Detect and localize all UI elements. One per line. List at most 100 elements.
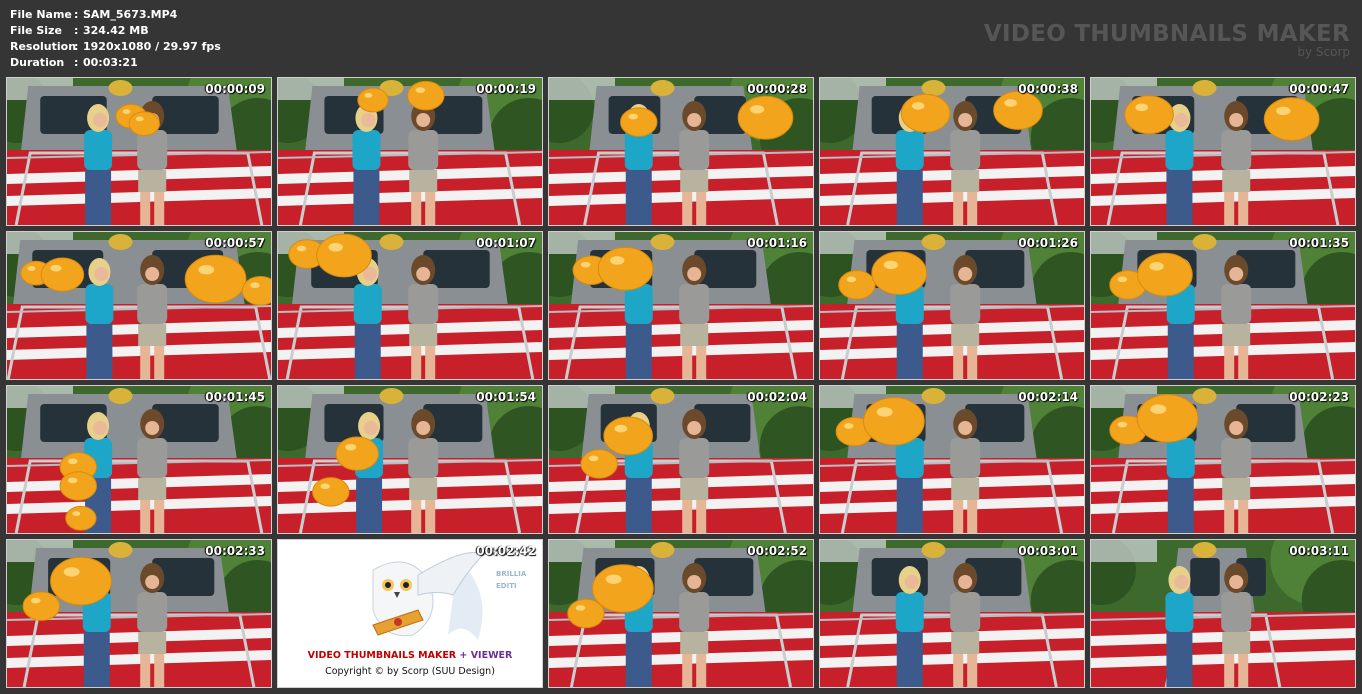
logo-title-part2: VIEWER <box>470 650 513 661</box>
video-frame <box>278 232 542 379</box>
thumbnail-grid: 00:00:09 00:00:19 00:00:28 00:00:38 00:00:47… <box>6 77 1356 689</box>
info-value: SAM_5673.MP4 <box>83 8 178 21</box>
logo-title: VIDEO THUMBNAILS MAKER + VIEWER <box>278 650 542 661</box>
timestamp-label: 00:02:04 <box>747 390 807 404</box>
video-frame <box>549 540 813 687</box>
video-frame <box>1091 386 1355 533</box>
thumbnail[interactable]: 00:02:23 <box>1090 385 1356 534</box>
video-frame <box>7 232 271 379</box>
brand-subtitle: by Scorp <box>1297 45 1350 59</box>
thumbnail-logo[interactable]: BRILLIA EDITI VIDEO THUMBNAILS MAKER + VIE… <box>277 539 543 688</box>
balloon <box>1136 394 1199 443</box>
thumbnail[interactable]: 00:02:52 <box>548 539 814 688</box>
info-label: File Size <box>10 24 62 37</box>
logo-title-plus: + <box>456 650 471 661</box>
balloon <box>184 254 247 304</box>
thumbnail[interactable]: 00:02:04 <box>548 385 814 534</box>
thumbnail[interactable]: 00:00:57 <box>6 231 272 380</box>
info-separator: : <box>74 56 79 69</box>
timestamp-label: 00:02:14 <box>1018 390 1078 404</box>
timestamp-label: 00:00:47 <box>1289 82 1349 96</box>
video-frame <box>820 386 1084 533</box>
thumbnail[interactable]: 00:00:19 <box>277 77 543 226</box>
info-label: Duration <box>10 56 65 69</box>
balloon <box>59 471 97 501</box>
video-frame <box>1091 540 1355 687</box>
info-value: 324.42 MB <box>83 24 149 37</box>
timestamp-label: 00:02:52 <box>747 544 807 558</box>
info-row-filesize: File Size : 324.42 MB <box>10 23 221 39</box>
balloon <box>737 95 794 140</box>
thumbnail[interactable]: 00:01:54 <box>277 385 543 534</box>
info-label: Resolution <box>10 40 77 53</box>
video-frame <box>7 78 271 225</box>
timestamp-label: 00:00:38 <box>1018 82 1078 96</box>
balloon <box>50 556 112 606</box>
logo-side-line: EDITI <box>496 582 517 590</box>
balloon <box>335 436 379 471</box>
thumbnail[interactable]: 00:01:45 <box>6 385 272 534</box>
timestamp-label: 00:00:57 <box>205 236 265 250</box>
balloon <box>592 564 654 613</box>
thumbnail[interactable]: 00:01:26 <box>819 231 1085 380</box>
video-frame <box>278 386 542 533</box>
logo-title-part1: VIDEO THUMBNAILS MAKER <box>307 650 457 661</box>
balloon <box>1124 95 1174 135</box>
timestamp-label: 00:03:01 <box>1018 544 1078 558</box>
info-value: 1920x1080 / 29.97 fps <box>83 40 221 53</box>
timestamp-label: 00:00:19 <box>476 82 536 96</box>
balloon <box>1263 97 1320 142</box>
timestamp-label: 00:02:23 <box>1289 390 1349 404</box>
timestamp-label: 00:02:33 <box>205 544 265 558</box>
timestamp-label: 00:00:09 <box>205 82 265 96</box>
balloon <box>871 251 928 296</box>
balloon <box>620 107 658 137</box>
video-frame <box>7 386 271 533</box>
balloon <box>22 591 61 621</box>
timestamp-label: 00:01:16 <box>747 236 807 250</box>
info-row-resolution: Resolution : 1920x1080 / 29.97 fps <box>10 39 221 55</box>
thumbnail[interactable]: 00:03:11 <box>1090 539 1356 688</box>
thumbnail[interactable]: 00:01:35 <box>1090 231 1356 380</box>
timestamp-label: 00:01:07 <box>476 236 536 250</box>
thumbnail[interactable]: 00:00:38 <box>819 77 1085 226</box>
info-value: 00:03:21 <box>83 56 138 69</box>
logo-copyright: Copyright © by Scorp (SUU Design) <box>325 666 495 677</box>
thumbnail[interactable]: 00:02:14 <box>819 385 1085 534</box>
video-frame <box>820 78 1084 225</box>
balloon <box>838 270 876 300</box>
info-separator: : <box>74 8 79 21</box>
timestamp-label: 00:00:28 <box>747 82 807 96</box>
timestamp-label: 00:01:35 <box>1289 236 1349 250</box>
thumbnail[interactable]: 00:01:07 <box>277 231 543 380</box>
balloon <box>316 233 372 278</box>
timestamp-label: 00:01:26 <box>1018 236 1078 250</box>
thumbnail[interactable]: 00:02:33 <box>6 539 272 688</box>
owl-logo-icon <box>278 540 542 687</box>
video-frame <box>1091 78 1355 225</box>
video-frame <box>820 232 1084 379</box>
timestamp-label: 00:01:45 <box>205 390 265 404</box>
video-frame <box>549 386 813 533</box>
video-frame <box>549 232 813 379</box>
balloon <box>65 505 97 531</box>
balloon <box>603 416 653 456</box>
video-frame <box>549 78 813 225</box>
balloon <box>40 257 85 292</box>
thumbnail[interactable]: 00:03:01 <box>819 539 1085 688</box>
thumbnail[interactable]: 00:00:28 <box>548 77 814 226</box>
balloon <box>597 246 654 291</box>
video-frame <box>1091 232 1355 379</box>
thumbnail[interactable]: 00:01:16 <box>548 231 814 380</box>
thumbnail[interactable]: 00:00:47 <box>1090 77 1356 226</box>
timestamp-label: 00:01:54 <box>476 390 536 404</box>
info-separator: : <box>74 40 79 53</box>
balloon <box>357 87 389 113</box>
video-frame <box>278 78 542 225</box>
logo-side-text: BRILLIA EDITI <box>496 568 526 592</box>
balloon <box>407 80 445 111</box>
thumbnail[interactable]: 00:00:09 <box>6 77 272 226</box>
video-frame <box>820 540 1084 687</box>
balloon <box>863 397 925 446</box>
balloon <box>312 477 350 507</box>
